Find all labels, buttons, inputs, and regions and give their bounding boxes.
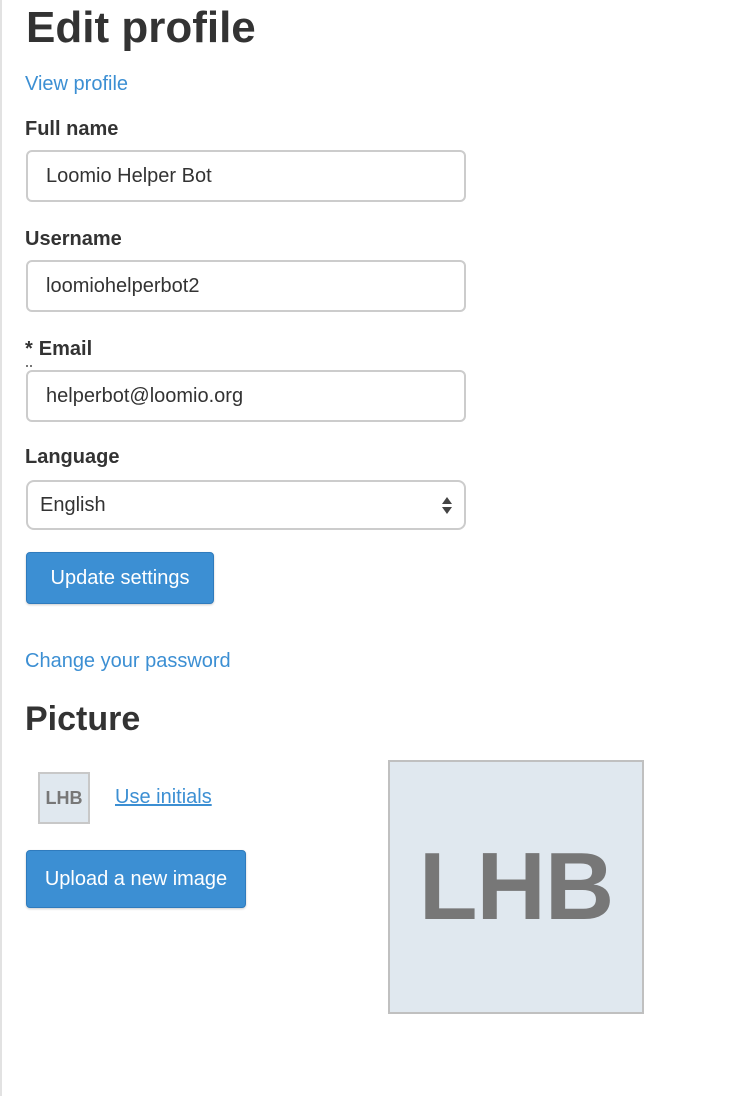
initials-avatar-small[interactable]: LHB [38,772,90,824]
change-password-link[interactable]: Change your password [25,649,231,673]
email-label-wrapper: * Email [25,337,93,367]
update-settings-button[interactable]: Update settings [26,552,214,604]
use-initials-link[interactable]: Use initials [115,785,212,809]
full-name-input[interactable] [26,150,466,202]
email-label: Email [38,338,93,360]
avatar-large-initials: LHB [418,833,614,940]
avatar-preview-large: LHB [388,760,644,1014]
picture-section-title: Picture [25,700,141,738]
upload-image-button[interactable]: Upload a new image [26,850,246,908]
page-title: Edit profile [26,3,256,52]
full-name-label: Full name [25,118,119,140]
required-asterisk: * [25,338,33,367]
email-input[interactable] [26,370,466,422]
left-border [0,0,2,1096]
username-label: Username [25,228,122,250]
view-profile-link[interactable]: View profile [25,72,128,96]
username-input[interactable] [26,260,466,312]
avatar-small-initials: LHB [45,787,83,808]
select-arrows-icon [442,496,452,514]
language-label: Language [25,446,120,468]
language-select[interactable]: English [26,480,466,530]
language-selected-value: English [40,493,106,516]
